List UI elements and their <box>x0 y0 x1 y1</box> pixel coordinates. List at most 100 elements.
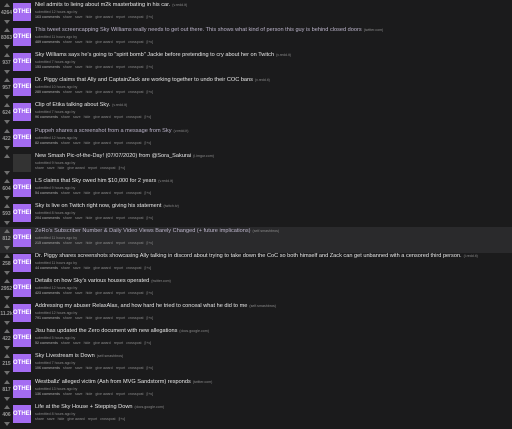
post-domain[interactable]: (v.redd.it) <box>158 179 173 183</box>
upvote-icon[interactable] <box>4 103 10 108</box>
action-report[interactable]: report <box>114 115 123 119</box>
action-give-award[interactable]: give award <box>95 241 112 245</box>
action-share[interactable]: share <box>35 166 44 170</box>
post-thumbnail[interactable]: OTHER <box>13 128 31 147</box>
post-thumbnail[interactable]: OTHER <box>13 304 31 323</box>
action-hide[interactable]: hide <box>86 241 93 245</box>
action-hide[interactable]: hide <box>86 65 93 69</box>
upvote-icon[interactable] <box>4 228 10 233</box>
comments-link[interactable]: 54 comments <box>35 191 58 195</box>
post-domain[interactable]: (i.imgur.com) <box>193 154 214 158</box>
action-report[interactable]: report <box>88 417 97 421</box>
action-save[interactable]: save <box>47 166 55 170</box>
upvote-icon[interactable] <box>4 128 10 133</box>
comments-link[interactable]: 423 comments <box>35 291 60 295</box>
downvote-icon[interactable] <box>4 245 10 250</box>
post-thumbnail[interactable]: OTHER <box>13 329 31 348</box>
action-crosspost[interactable]: crosspost <box>126 141 141 145</box>
comments-link[interactable]: 204 comments <box>35 216 60 220</box>
downvote-icon[interactable] <box>4 371 10 376</box>
post-title-link[interactable]: Life at the Sky House + Stepping Down <box>35 404 132 410</box>
action-hide[interactable]: hide <box>84 191 91 195</box>
action--l+c-[interactable]: [l+c] <box>145 115 152 119</box>
action-hide[interactable]: hide <box>86 392 93 396</box>
action-hide[interactable]: hide <box>86 291 93 295</box>
action-report[interactable]: report <box>116 65 125 69</box>
post-title-link[interactable]: Dr. Piggy shares screenshots showcasing … <box>35 253 462 259</box>
action--l+c-[interactable]: [l+c] <box>147 392 154 396</box>
action--l+c-[interactable]: [l+c] <box>147 65 154 69</box>
action-report[interactable]: report <box>116 316 125 320</box>
upvote-icon[interactable] <box>4 78 10 83</box>
action-crosspost[interactable]: crosspost <box>126 191 141 195</box>
action-share[interactable]: share <box>63 316 72 320</box>
action-save[interactable]: save <box>75 216 83 220</box>
action-give-award[interactable]: give award <box>95 316 112 320</box>
action-save[interactable]: save <box>73 115 81 119</box>
action--l+c-[interactable]: [l+c] <box>147 316 154 320</box>
action--l+c-[interactable]: [l+c] <box>145 341 152 345</box>
action-hide[interactable]: hide <box>86 316 93 320</box>
action-hide[interactable]: hide <box>84 141 91 145</box>
comments-link[interactable]: 52 comments <box>35 341 58 345</box>
action-share[interactable]: share <box>63 241 72 245</box>
post-title-link[interactable]: LS claims that Sky owed him $10,000 for … <box>35 178 156 184</box>
downvote-icon[interactable] <box>4 70 10 75</box>
action-share[interactable]: share <box>61 191 70 195</box>
action-crosspost[interactable]: crosspost <box>126 266 141 270</box>
comments-link[interactable]: 163 comments <box>35 15 60 19</box>
action-crosspost[interactable]: crosspost <box>128 241 143 245</box>
action--l+c-[interactable]: [l+c] <box>147 291 154 295</box>
downvote-icon[interactable] <box>4 271 10 275</box>
action-save[interactable]: save <box>75 366 83 370</box>
action-share[interactable]: share <box>61 266 70 270</box>
action-crosspost[interactable]: crosspost <box>128 316 143 320</box>
action-hide[interactable]: hide <box>84 341 91 345</box>
action-crosspost[interactable]: crosspost <box>128 90 143 94</box>
action-save[interactable]: save <box>75 40 83 44</box>
post-domain[interactable]: (twitter.com) <box>193 380 213 384</box>
post-domain[interactable]: (docs.google.com) <box>134 405 164 409</box>
post-domain[interactable]: (v.redd.it) <box>172 3 187 7</box>
action-crosspost[interactable]: crosspost <box>128 40 143 44</box>
action-save[interactable]: save <box>47 417 55 421</box>
upvote-icon[interactable] <box>4 203 10 208</box>
upvote-icon[interactable] <box>4 379 10 384</box>
action-share[interactable]: share <box>63 392 72 396</box>
action--l+c-[interactable]: [l+c] <box>147 216 154 220</box>
post-title-link[interactable]: Puppeh shares a screenshot from a messag… <box>35 128 172 134</box>
downvote-icon[interactable] <box>4 45 10 50</box>
action-give-award[interactable]: give award <box>95 366 112 370</box>
downvote-icon[interactable] <box>4 20 10 24</box>
post-domain[interactable]: (i.redd.it) <box>464 254 478 258</box>
upvote-icon[interactable] <box>4 3 10 7</box>
downvote-icon[interactable] <box>4 95 10 100</box>
post-title-link[interactable]: Clip of Etika talking about Sky. <box>35 102 110 108</box>
post-domain[interactable]: (self.smashbros) <box>249 304 276 308</box>
action-save[interactable]: save <box>75 15 83 19</box>
action-hide[interactable]: hide <box>86 90 93 94</box>
upvote-icon[interactable] <box>4 254 10 258</box>
action-save[interactable]: save <box>73 266 81 270</box>
action-give-award[interactable]: give award <box>93 115 110 119</box>
downvote-icon[interactable] <box>4 321 10 326</box>
action-give-award[interactable]: give award <box>95 90 112 94</box>
post-thumbnail[interactable]: OTHER <box>13 279 31 298</box>
action-hide[interactable]: hide <box>86 366 93 370</box>
post-thumbnail[interactable]: OTHER <box>13 53 31 72</box>
action-report[interactable]: report <box>114 266 123 270</box>
comments-link[interactable]: 106 comments <box>35 366 60 370</box>
upvote-icon[interactable] <box>4 329 10 334</box>
action-give-award[interactable]: give award <box>95 15 112 19</box>
action-give-award[interactable]: give award <box>93 191 110 195</box>
comments-link[interactable]: 44 comments <box>35 266 58 270</box>
action-save[interactable]: save <box>75 291 83 295</box>
comments-link[interactable]: 791 comments <box>35 316 60 320</box>
post-title-link[interactable]: New Smash Pic-of-the-Day! (07/07/2020) f… <box>35 153 191 159</box>
action-save[interactable]: save <box>75 316 83 320</box>
action-give-award[interactable]: give award <box>93 141 110 145</box>
post-thumbnail[interactable]: OTHER <box>13 78 31 97</box>
action-hide[interactable]: hide <box>84 115 91 119</box>
post-title-link[interactable]: ZeRo's Subscriber Number & Daily Video V… <box>35 228 251 234</box>
action-give-award[interactable]: give award <box>67 166 84 170</box>
